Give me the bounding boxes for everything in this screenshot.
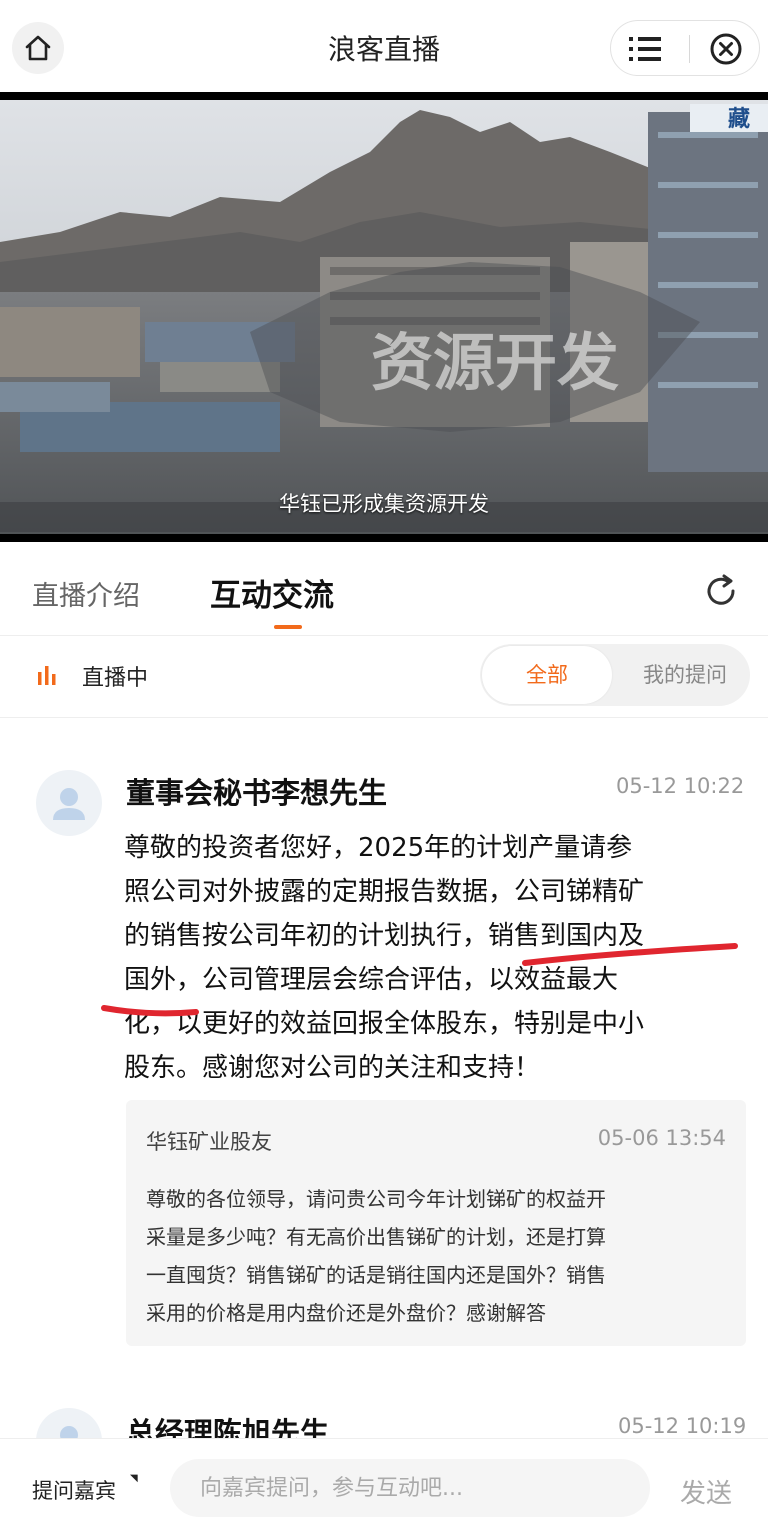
question-line: 采量是多少吨？有无高价出售锑矿的计划，还是打算 (146, 1225, 606, 1249)
capsule-divider (689, 35, 690, 63)
tab-live-intro[interactable]: 直播介绍 (32, 574, 140, 613)
bottom-input-bar: 提问嘉宾 ◥ 发送 (0, 1438, 768, 1523)
answer-line: 化，以更好的效益回报全体股东，特别是中小 (124, 1009, 645, 1039)
refresh-icon[interactable] (702, 572, 740, 610)
video-logo-text: 藏 (728, 106, 750, 131)
video-overlay-text: 资源开发 (371, 326, 619, 399)
filter-all[interactable]: 全部 (482, 646, 612, 704)
answer-line: 的销售按公司年初的计划执行，销售到国内及 (124, 921, 645, 951)
video-frame: 藏 资源开发 (0, 92, 768, 542)
question-line: 采用的价格是用内盘价还是外盘价？感谢解答 (146, 1301, 546, 1325)
dropdown-triangle-icon: ◥ (130, 1473, 138, 1484)
question-line: 一直囤货？销售锑矿的话是销往国内还是国外？销售 (146, 1263, 606, 1287)
answer-text: 尊敬的投资者您好，2025年的计划产量请参 照公司对外披露的定期报告数据，公司锑… (124, 826, 736, 1090)
question-line: 尊敬的各位领导，请问贵公司今年计划锑矿的权益开 (146, 1187, 606, 1211)
video-caption: 华钰已形成集资源开发 (279, 492, 489, 516)
question-input[interactable] (170, 1459, 650, 1517)
answer-line: 照公司对外披露的定期报告数据，公司锑精矿 (124, 877, 645, 907)
live-page: 浪客直播 藏 资源开发 华钰已形成集资源开发 直播介绍 互动交流 直播中 全部 … (0, 0, 768, 1523)
answer-line: 尊敬的投资者您好，2025年的计划产量请参 (124, 833, 633, 863)
qa-list: 董事会秘书李想先生 05-12 10:22 尊敬的投资者您好，2025年的计划产… (0, 718, 768, 1474)
live-bars-icon (38, 666, 56, 685)
filter-my-questions[interactable]: 我的提问 (620, 644, 750, 706)
question-user: 华钰矿业股友 (146, 1130, 272, 1154)
quoted-question: 华钰矿业股友 05-06 13:54 尊敬的各位领导，请问贵公司今年计划锑矿的权… (126, 1100, 746, 1346)
active-tab-indicator (274, 625, 302, 629)
send-button[interactable]: 发送 (680, 1473, 732, 1510)
top-bar: 浪客直播 (0, 0, 768, 92)
answer-time: 05-12 10:19 (618, 1414, 747, 1438)
live-status: 直播中 (82, 666, 149, 691)
mini-program-capsule (610, 20, 760, 76)
live-video-player[interactable]: 藏 资源开发 华钰已形成集资源开发 (0, 92, 768, 542)
question-time: 05-06 13:54 (597, 1126, 726, 1150)
answer-line: 股东。感谢您对公司的关注和支持！ (124, 1053, 541, 1083)
question-text: 尊敬的各位领导，请问贵公司今年计划锑矿的权益开 采量是多少吨？有无高价出售锑矿的… (146, 1180, 726, 1332)
answer-time: 05-12 10:22 (616, 774, 745, 798)
filter-row: 直播中 全部 我的提问 (0, 636, 768, 718)
close-icon[interactable] (709, 32, 743, 66)
ask-guest-selector[interactable]: 提问嘉宾 (32, 1475, 116, 1505)
answer-author: 董事会秘书李想先生 (126, 776, 388, 810)
tab-interaction[interactable]: 互动交流 (210, 570, 334, 615)
menu-icon[interactable] (629, 35, 669, 63)
tab-bar: 直播介绍 互动交流 (0, 542, 768, 636)
avatar (36, 770, 102, 836)
filter-segment: 全部 我的提问 (480, 644, 750, 706)
user-avatar-icon (53, 788, 85, 820)
answer-line: 国外，公司管理层会综合评估，以效益最大 (124, 965, 619, 995)
